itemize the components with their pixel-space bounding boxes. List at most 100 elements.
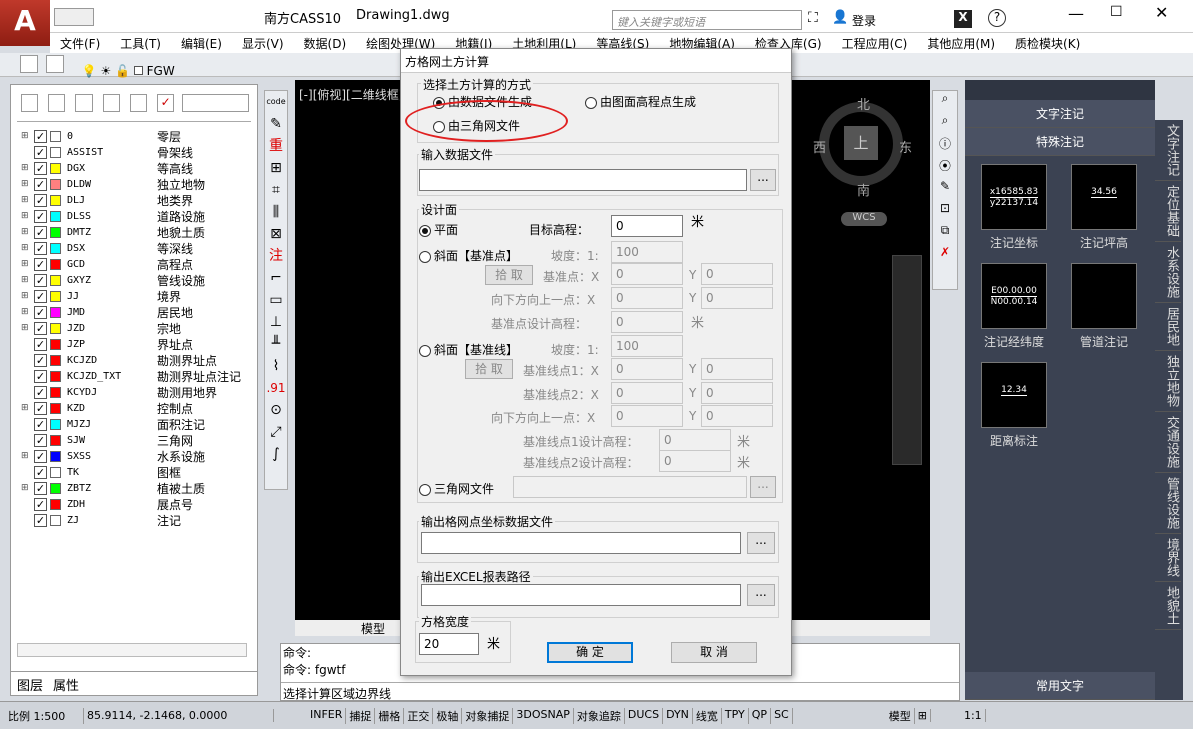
side-tab[interactable]: 境界线 — [1155, 534, 1181, 582]
tin-browse-button[interactable]: ... — [750, 476, 776, 498]
layer-color-swatch[interactable] — [50, 418, 61, 430]
annotate-button[interactable]: 注 — [265, 245, 287, 267]
layer-row[interactable]: ⊞ ✓ DMTZ 地貌土质 — [21, 224, 247, 240]
edit-icon[interactable]: ✎ — [933, 179, 957, 201]
output-grid-field[interactable] — [421, 532, 741, 554]
expand-icon[interactable]: ⊞ — [21, 163, 31, 173]
base-line2-design-input[interactable]: 0 — [659, 450, 731, 472]
input-browse-button[interactable]: ... — [750, 169, 776, 191]
menu-item[interactable]: 工具(T) — [110, 33, 171, 53]
base-point-design-input[interactable]: 0 — [611, 311, 683, 333]
layer-state-icon[interactable] — [45, 55, 64, 73]
zoom-icon[interactable]: ⊠ — [265, 223, 287, 245]
minimize-button[interactable]: — — [1068, 4, 1084, 23]
layer-color-swatch[interactable] — [50, 146, 61, 158]
point-icon[interactable]: ⊙ — [265, 399, 287, 421]
status-toggle[interactable]: 栅格 — [375, 707, 405, 724]
viewcube-east[interactable]: 东 — [899, 137, 912, 156]
horizontal-scrollbar[interactable] — [17, 643, 247, 657]
output-excel-field[interactable] — [421, 584, 741, 606]
viewcube-south[interactable]: 南 — [857, 180, 870, 199]
binoculars-icon[interactable]: ⛶ — [808, 10, 818, 26]
menu-item[interactable]: 文件(F) — [50, 33, 110, 53]
layer-row[interactable]: ✓ ZDH 展点号 — [21, 496, 247, 512]
fence-icon[interactable]: ⊥ — [265, 311, 287, 333]
layer-row[interactable]: ✓ ASSIST 骨架线 — [21, 144, 247, 160]
visibility-checkbox[interactable]: ✓ — [34, 193, 47, 207]
status-toggle[interactable]: INFER — [307, 707, 347, 724]
layer-props-icon[interactable] — [75, 94, 93, 112]
side-tab[interactable]: 定位基础 — [1155, 181, 1181, 242]
layer-row[interactable]: ⊞ ✓ DSX 等深线 — [21, 240, 247, 256]
layer-row[interactable]: ⊞ ✓ GCD 高程点 — [21, 256, 247, 272]
layer-row[interactable]: ⊞ ✓ KZD 控制点 — [21, 400, 247, 416]
slope-input[interactable]: 100 — [611, 241, 683, 263]
layer-row[interactable]: ⊞ ✓ SXSS 水系设施 — [21, 448, 247, 464]
visibility-checkbox[interactable]: ✓ — [34, 161, 47, 175]
radio-slope-point[interactable]: 斜面【基准点】 — [419, 247, 518, 264]
viewport-label[interactable]: [-][俯视][二维线框] — [299, 86, 403, 103]
expand-icon[interactable]: ⊞ — [21, 307, 31, 317]
visibility-checkbox[interactable]: ✓ — [34, 257, 47, 271]
layer-color-swatch[interactable] — [50, 402, 61, 414]
delete-icon[interactable]: ✗ — [933, 245, 957, 267]
layer-color-swatch[interactable] — [50, 514, 61, 526]
special-anno-header[interactable]: 特殊注记 — [965, 128, 1155, 156]
layer-color-swatch[interactable] — [50, 482, 61, 494]
status-toggle[interactable]: DYN — [663, 707, 693, 724]
layer-color-swatch[interactable] — [50, 466, 61, 478]
quick-access-toolbar[interactable] — [54, 8, 94, 26]
layer-color-swatch[interactable] — [50, 258, 61, 270]
expand-icon[interactable]: ⊞ — [21, 403, 31, 413]
menu-item[interactable]: 工程应用(C) — [832, 33, 918, 53]
layer-icon[interactable]: ⧉ — [933, 223, 957, 245]
wall-icon[interactable]: ╨ — [265, 333, 287, 355]
cancel-button[interactable]: 取 消 — [671, 642, 757, 663]
lightbulb-icon[interactable]: 💡 — [82, 64, 97, 78]
layer-row[interactable]: ✓ JZP 界址点 — [21, 336, 247, 352]
zoom-window-icon[interactable]: ⊡ — [933, 201, 957, 223]
visibility-checkbox[interactable]: ✓ — [34, 321, 47, 335]
side-tab[interactable]: 交通设施 — [1155, 412, 1181, 473]
layer-row[interactable]: ✓ KCJZD_TXT 勘测界址点注记 — [21, 368, 247, 384]
menu-item[interactable]: 其他应用(M) — [917, 33, 1005, 53]
login-button[interactable]: 登录 — [852, 12, 876, 29]
app-logo[interactable]: A — [0, 0, 50, 46]
layer-row[interactable]: ⊞ ✓ ZBTZ 植被土质 — [21, 480, 247, 496]
layer-list-icon[interactable] — [102, 94, 120, 112]
layer-row[interactable]: ⊞ ✓ DGX 等高线 — [21, 160, 247, 176]
expand-icon[interactable]: ⊞ — [21, 291, 31, 301]
base-line2-y-input[interactable]: 0 — [701, 382, 773, 404]
layer-color-swatch[interactable] — [50, 194, 61, 206]
status-toggle[interactable]: 极轴 — [433, 707, 463, 724]
visibility-checkbox[interactable]: ✓ — [34, 289, 47, 303]
text-anno-header[interactable]: 文字注记 — [965, 100, 1155, 128]
scale-readout[interactable]: 比例 1:500 — [0, 707, 84, 724]
layer-row[interactable]: ✓ ZJ 注记 — [21, 512, 247, 528]
status-toggle[interactable]: 对象捕捉 — [462, 707, 514, 724]
model-space-button[interactable]: 模型 — [886, 707, 915, 724]
tile-preview[interactable]: x16585.83 y22137.14 — [981, 164, 1047, 230]
maximize-button[interactable]: ☐ — [1110, 4, 1123, 20]
tin-file-input[interactable] — [513, 476, 747, 498]
annotation-tile[interactable]: x16585.83 y22137.14 注记坐标 — [969, 164, 1059, 251]
layer-color-swatch[interactable] — [50, 322, 61, 334]
tab-layers[interactable]: 图层 — [17, 675, 43, 694]
visibility-checkbox[interactable]: ✓ — [34, 241, 47, 255]
layer-color-swatch[interactable] — [50, 338, 61, 350]
rectangle-icon[interactable]: ▭ — [265, 289, 287, 311]
layer-row[interactable]: ✓ KCYDJ 勘测用地界 — [21, 384, 247, 400]
viewcube-top[interactable]: 上 — [844, 126, 878, 160]
status-toggle[interactable]: DUCS — [625, 707, 664, 724]
annotation-tile[interactable]: 管道注记 — [1059, 263, 1149, 350]
status-toggle[interactable]: 线宽 — [693, 707, 722, 724]
visibility-checkbox[interactable]: ✓ — [34, 225, 47, 239]
layer-color-swatch[interactable] — [50, 242, 61, 254]
side-tab[interactable]: 水系设施 — [1155, 242, 1181, 303]
wcs-menu[interactable]: WCS — [841, 212, 887, 226]
layer-row[interactable]: ⊞ ✓ DLDW 独立地物 — [21, 176, 247, 192]
status-toggle[interactable]: 对象追踪 — [574, 707, 625, 724]
menu-item[interactable]: 数据(D) — [294, 33, 357, 53]
new-layer-icon[interactable] — [21, 94, 39, 112]
visibility-checkbox[interactable]: ✓ — [34, 177, 47, 191]
